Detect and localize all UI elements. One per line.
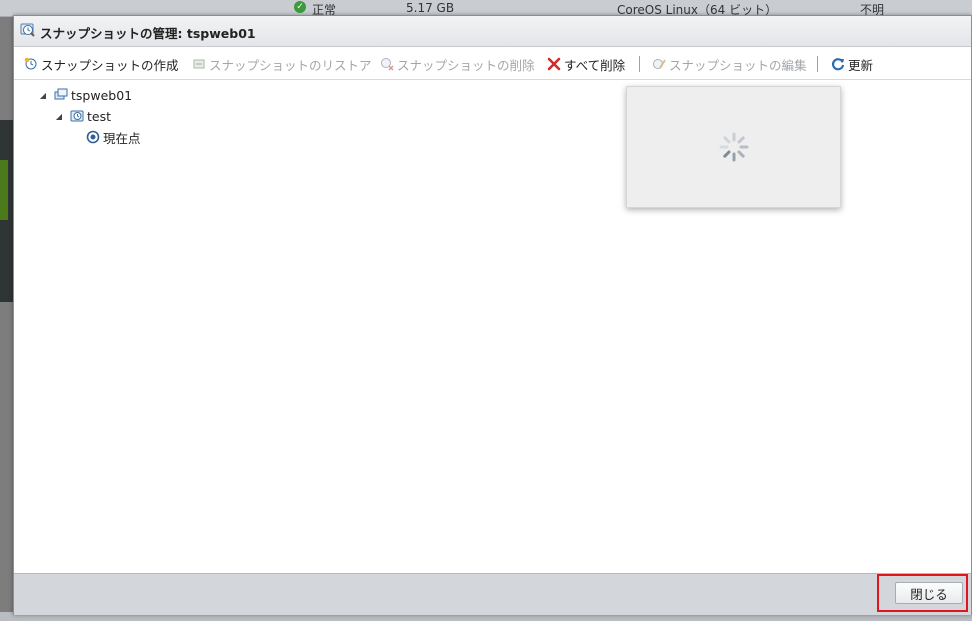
loading-overlay xyxy=(626,86,841,208)
collapse-arrow-icon[interactable]: ◢ xyxy=(38,91,48,100)
current-point-icon xyxy=(86,130,100,144)
delete-all-button[interactable]: すべて削除 xyxy=(547,55,625,73)
collapse-arrow-icon[interactable]: ◢ xyxy=(54,112,64,121)
tree-item-vm-label: tspweb01 xyxy=(71,87,133,103)
create-snapshot-label: スナップショットの作成 xyxy=(41,57,179,73)
snapshot-manager-dialog: スナップショットの管理: tspweb01 スナップショットの作成 スナップショ… xyxy=(13,15,972,615)
toolbar-separator xyxy=(639,56,640,72)
close-button[interactable]: 閉じる xyxy=(895,582,963,604)
status-ok-icon: ✓ xyxy=(294,1,306,13)
refresh-button[interactable]: 更新 xyxy=(831,55,873,73)
snapshot-icon xyxy=(70,110,84,122)
background-size: 5.17 GB xyxy=(406,1,455,15)
delete-x-icon xyxy=(547,57,561,71)
restore-snapshot-icon xyxy=(193,59,205,69)
delete-snapshot-button[interactable]: スナップショットの削除 xyxy=(380,55,535,73)
dialog-footer: 閉じる xyxy=(14,573,971,615)
vm-icon xyxy=(54,88,68,100)
refresh-label: 更新 xyxy=(848,57,874,73)
snapshot-manager-icon xyxy=(20,23,35,37)
tree-item-snapshot-label: test xyxy=(87,108,112,124)
tree-item-current-label: 現在点 xyxy=(103,130,141,146)
loading-spinner-icon xyxy=(719,132,749,162)
dialog-titlebar: スナップショットの管理: tspweb01 xyxy=(14,16,971,47)
restore-snapshot-button[interactable]: スナップショットのリストア xyxy=(192,55,372,73)
dialog-toolbar: スナップショットの作成 スナップショットのリストア スナップショットの削除 すべ… xyxy=(14,47,971,80)
tree-item-current[interactable]: 現在点 xyxy=(86,128,141,146)
refresh-icon xyxy=(832,58,845,71)
delete-snapshot-icon xyxy=(381,58,394,71)
restore-snapshot-label: スナップショットのリストア xyxy=(209,57,372,73)
edit-snapshot-icon xyxy=(653,59,666,69)
snapshot-tree-panel: ◢ tspweb01 ◢ test 現在点 xyxy=(14,80,971,572)
edit-snapshot-button[interactable]: スナップショットの編集 xyxy=(652,55,807,73)
create-snapshot-button[interactable]: スナップショットの作成 xyxy=(24,55,179,73)
delete-all-label: すべて削除 xyxy=(564,57,626,73)
delete-snapshot-label: スナップショットの削除 xyxy=(397,57,535,73)
toolbar-separator xyxy=(817,56,818,72)
edit-snapshot-label: スナップショットの編集 xyxy=(669,57,807,73)
dialog-title: スナップショットの管理: tspweb01 xyxy=(40,26,256,41)
tree-item-vm[interactable]: ◢ tspweb01 xyxy=(38,86,132,104)
tree-item-snapshot[interactable]: ◢ test xyxy=(54,107,111,125)
background-panel xyxy=(0,120,13,302)
create-snapshot-icon xyxy=(24,57,37,70)
